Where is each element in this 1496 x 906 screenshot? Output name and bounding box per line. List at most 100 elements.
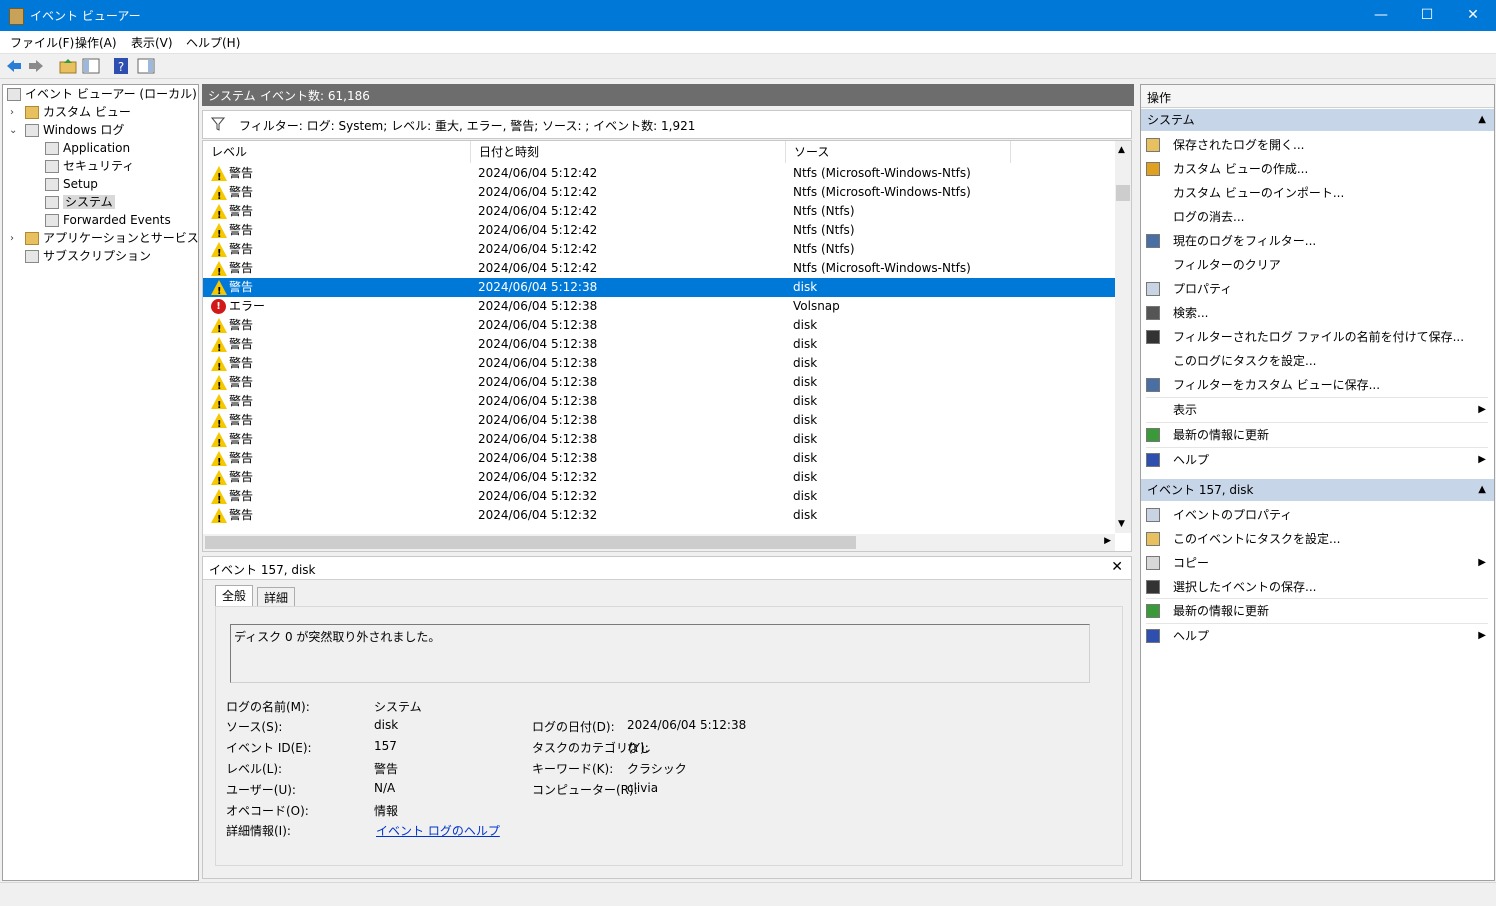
action-item[interactable]: プロパティ [1141,277,1494,301]
submenu-arrow-icon: ▶ [1478,404,1486,415]
event-row[interactable]: 警告 2024/06/04 5:12:38 disk [203,392,1115,415]
event-row[interactable]: 警告 2024/06/04 5:12:38 disk [203,449,1115,472]
event-row[interactable]: 警告 2024/06/04 5:12:32 disk [203,487,1115,510]
event-row-selected[interactable]: 警告 2024/06/04 5:12:38 disk [203,278,1115,301]
event-source: disk [793,280,818,294]
action-item[interactable]: フィルターされたログ ファイルの名前を付けて保存... [1141,325,1494,349]
event-row[interactable]: ! エラー 2024/06/04 5:12:38 Volsnap [203,297,1115,316]
event-row[interactable]: 警告 2024/06/04 5:12:42 Ntfs (Ntfs) [203,221,1115,244]
event-log-help-link[interactable]: イベント ログのヘルプ [376,822,500,839]
tree-log-application[interactable]: Application [45,139,130,157]
event-row[interactable]: 警告 2024/06/04 5:12:38 disk [203,354,1115,377]
event-level: 警告 [229,318,254,332]
action-item[interactable]: このログにタスクを設定... [1141,349,1494,373]
action-item[interactable]: 選択したイベントの保存... [1141,575,1494,599]
event-datetime: 2024/06/04 5:12:42 [478,204,598,218]
tree-log-system[interactable]: システム [45,193,115,211]
back-arrow-icon[interactable] [5,57,23,75]
scroll-up-arrow-icon[interactable]: ▲ [1118,145,1125,155]
toolbar: ? [0,54,1496,79]
action-item[interactable]: カスタム ビューの作成... [1141,157,1494,181]
action-item[interactable]: フィルターのクリア [1141,253,1494,277]
tree-app-services-logs[interactable]: アプリケーションとサービス ログ [25,229,227,247]
menu-help[interactable]: ヘルプ(H) [186,34,240,51]
tree-windows-logs[interactable]: Windows ログ [25,121,124,139]
action-item[interactable]: 最新の情報に更新 [1141,423,1494,447]
action-item[interactable]: 最新の情報に更新 [1141,599,1494,623]
tab-general[interactable]: 全般 [215,585,254,606]
expand-chevron-icon[interactable]: › [10,233,14,244]
tree-log-setup[interactable]: Setup [45,175,98,193]
tree-subscriptions[interactable]: サブスクリプション [25,247,151,265]
maximize-button[interactable]: ☐ [1404,0,1450,31]
scroll-right-arrow-icon[interactable]: ▶ [1104,536,1111,546]
event-row[interactable]: 警告 2024/06/04 5:12:42 Ntfs (Ntfs) [203,202,1115,225]
horizontal-scrollbar[interactable]: ▶ [203,534,1115,551]
actions-section-system[interactable]: システム ▲ [1141,109,1494,131]
action-item[interactable]: 表示 ▶ [1141,398,1494,422]
minimize-button[interactable]: — [1358,0,1404,31]
tree-custom-views[interactable]: カスタム ビュー [25,103,131,121]
folder-up-icon[interactable] [59,57,77,75]
vertical-scrollbar[interactable]: ▲ ▼ [1115,141,1131,533]
event-detail-title: イベント 157, disk [209,563,316,577]
event-row[interactable]: 警告 2024/06/04 5:12:32 disk [203,506,1115,529]
forward-arrow-icon[interactable] [27,57,45,75]
collapse-section-icon[interactable]: ▲ [1478,479,1486,501]
actions-section-event[interactable]: イベント 157, disk ▲ [1141,479,1494,501]
tree-log-forwarded-events[interactable]: Forwarded Events [45,211,171,229]
action-item[interactable]: 現在のログをフィルター... [1141,229,1494,253]
menu-view[interactable]: 表示(V) [131,34,173,51]
subscriptions-icon [25,250,39,263]
scroll-down-arrow-icon[interactable]: ▼ [1118,519,1125,529]
close-detail-icon[interactable]: ✕ [1111,559,1123,575]
event-row[interactable]: 警告 2024/06/04 5:12:42 Ntfs (Microsoft-Wind… [203,164,1115,187]
help-icon[interactable]: ? [112,57,130,75]
column-header-datetime[interactable]: 日付と時刻 [471,141,786,163]
action-item[interactable]: このイベントにタスクを設定... [1141,527,1494,551]
action-item[interactable]: ヘルプ ▶ [1141,448,1494,472]
collapse-chevron-icon[interactable]: ⌄ [9,125,17,136]
expand-chevron-icon[interactable]: › [10,107,14,118]
action-item-label: 選択したイベントの保存... [1173,580,1317,594]
event-datetime: 2024/06/04 5:12:38 [478,432,598,446]
column-header-level[interactable]: レベル [203,141,471,163]
column-header-source[interactable]: ソース [786,141,1011,163]
event-row[interactable]: 警告 2024/06/04 5:12:38 disk [203,373,1115,396]
action-item[interactable]: フィルターをカスタム ビューに保存... [1141,373,1494,397]
event-datetime: 2024/06/04 5:12:32 [478,508,598,522]
menu-action[interactable]: 操作(A) [75,34,117,51]
event-row[interactable]: 警告 2024/06/04 5:12:42 Ntfs (Microsoft-Wind… [203,183,1115,206]
action-item[interactable]: 保存されたログを開く... [1141,133,1494,157]
action-item[interactable]: ヘルプ ▶ [1141,624,1494,648]
action-item[interactable]: コピー ▶ [1141,551,1494,575]
event-row[interactable]: 警告 2024/06/04 5:12:42 Ntfs (Microsoft-Wind… [203,259,1115,282]
tab-details[interactable]: 詳細 [257,587,296,606]
event-source: Ntfs (Ntfs) [793,242,855,256]
user-label: ユーザー(U): [226,783,296,797]
task-category-value: なし [627,741,652,755]
event-message-box[interactable]: ディスク 0 が突然取り外されました。 [230,624,1090,683]
horizontal-scroll-thumb[interactable] [205,536,856,549]
event-row[interactable]: 警告 2024/06/04 5:12:42 Ntfs (Ntfs) [203,240,1115,263]
menu-file[interactable]: ファイル(F) [10,34,74,51]
collapse-section-icon[interactable]: ▲ [1478,109,1486,131]
tree-root[interactable]: イベント ビューアー (ローカル) [7,85,197,103]
event-detail-header: イベント 157, disk ✕ [203,557,1131,580]
show-hide-action-pane-icon[interactable] [137,57,155,75]
action-item[interactable]: イベントのプロパティ [1141,503,1494,527]
tree-app-services-label: アプリケーションとサービス ログ [43,231,227,245]
event-row[interactable]: 警告 2024/06/04 5:12:38 disk [203,316,1115,339]
event-row[interactable]: 警告 2024/06/04 5:12:38 disk [203,411,1115,434]
event-row[interactable]: 警告 2024/06/04 5:12:38 disk [203,335,1115,358]
show-hide-tree-icon[interactable] [82,57,100,75]
warning-icon [211,280,227,301]
action-item[interactable]: 検索... [1141,301,1494,325]
close-button[interactable]: ✕ [1450,0,1496,31]
event-row[interactable]: 警告 2024/06/04 5:12:38 disk [203,430,1115,453]
tree-log-security[interactable]: セキュリティ [45,157,134,175]
action-item[interactable]: カスタム ビューのインポート... [1141,181,1494,205]
event-row[interactable]: 警告 2024/06/04 5:12:32 disk [203,468,1115,491]
vertical-scroll-thumb[interactable] [1116,185,1130,201]
action-item[interactable]: ログの消去... [1141,205,1494,229]
